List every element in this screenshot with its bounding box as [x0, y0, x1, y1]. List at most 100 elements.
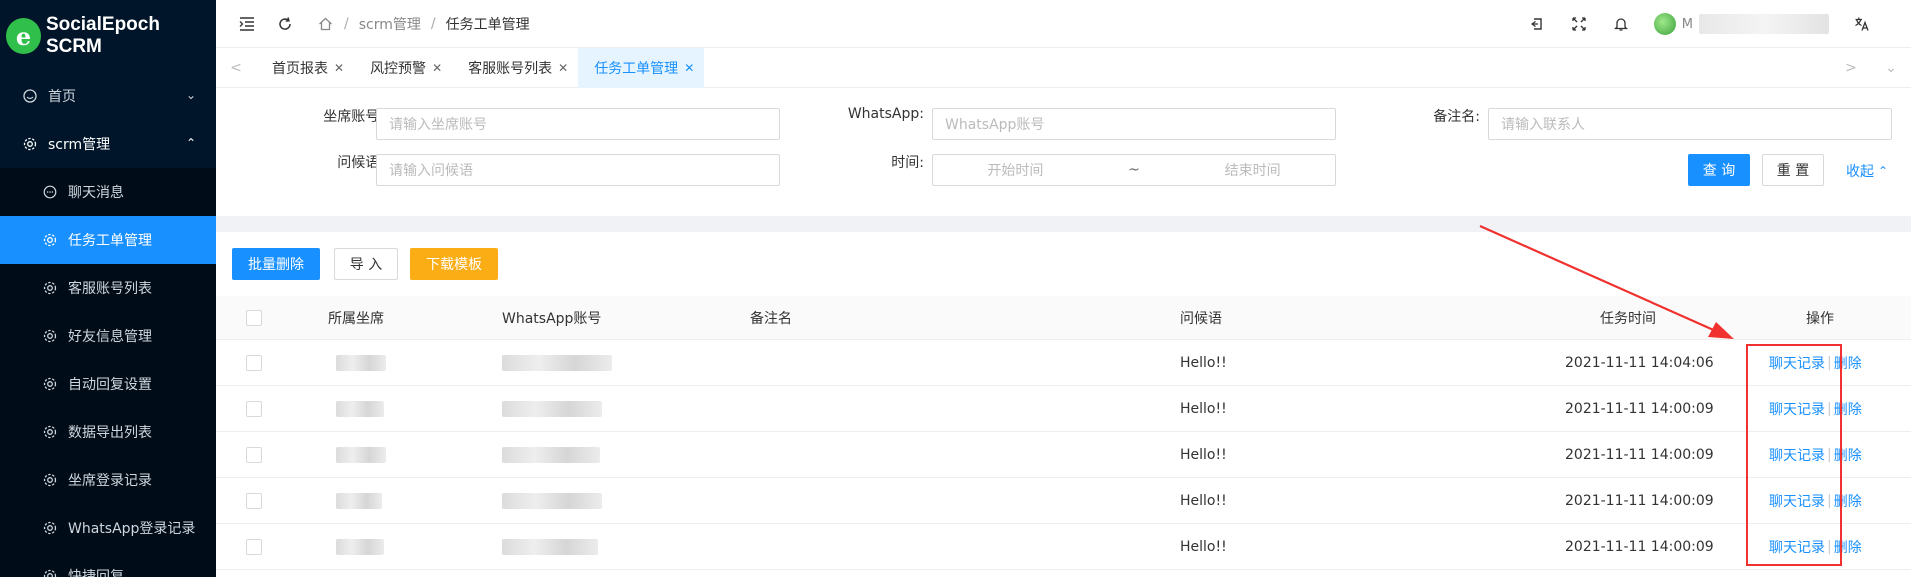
tab-task-tickets[interactable]: 任务工单管理 ✕	[578, 47, 705, 88]
row-checkbox[interactable]	[246, 386, 262, 431]
user-initial: M	[1681, 16, 1693, 32]
remark-name-input[interactable]: 请输入联系人	[1488, 108, 1892, 140]
sidebar-item-label: 自动回复设置	[68, 377, 152, 393]
close-icon[interactable]: ✕	[432, 61, 442, 75]
column-remark: 备注名	[750, 310, 792, 327]
time-start-input[interactable]: 开始时间	[987, 160, 1043, 180]
whatsapp-account-input[interactable]: WhatsApp账号	[932, 108, 1336, 140]
tab-service-accounts[interactable]: 客服账号列表 ✕	[452, 48, 578, 88]
sidebar-submenu: 聊天消息 任务工单管理 客服账号列表 好友信息管理 自动回复设置 数据导出列表 …	[0, 168, 216, 577]
greeting-value: Hello!!	[1180, 538, 1227, 555]
close-icon[interactable]: ✕	[684, 61, 694, 75]
sidebar-item-data-export[interactable]: 数据导出列表	[0, 408, 216, 456]
collapse-label: 收起	[1846, 164, 1874, 180]
sidebar-item-label: 任务工单管理	[68, 233, 152, 249]
whatsapp-value-blurred	[502, 340, 612, 385]
translate-icon[interactable]	[1853, 15, 1871, 33]
seat-value-blurred	[336, 478, 382, 523]
seat-value-blurred	[336, 432, 386, 477]
download-template-button[interactable]: 下载模板	[410, 248, 498, 280]
row-checkbox[interactable]	[246, 524, 262, 569]
task-time-value: 2021-11-11 14:00:09	[1565, 400, 1714, 417]
seat-value-blurred	[336, 524, 384, 569]
sidebar-item-label: WhatsApp登录记录	[68, 521, 196, 537]
chevron-up-icon: ⌃	[1878, 164, 1889, 178]
header-actions: M	[1528, 0, 1871, 48]
tabs-scroll-right-icon[interactable]: >	[1831, 60, 1871, 76]
sidebar-item-friend-info[interactable]: 好友信息管理	[0, 312, 216, 360]
task-time-value: 2021-11-11 14:00:09	[1565, 492, 1714, 509]
table-row: Hello!! 2021-11-11 14:00:09 聊天记录 | 删除	[216, 478, 1911, 524]
whatsapp-value-blurred	[502, 524, 598, 569]
search-form: 坐席账号: 请输入坐席账号 WhatsApp: WhatsApp账号 备注名: …	[216, 88, 1911, 216]
tab-label: 风控预警	[370, 60, 427, 77]
sidebar-item-label: 坐席登录记录	[68, 473, 152, 489]
user-menu[interactable]: M	[1653, 13, 1829, 35]
sidebar-item-auto-reply[interactable]: 自动回复设置	[0, 360, 216, 408]
greeting-input[interactable]: 请输入问候语	[376, 154, 780, 186]
breadcrumb-scrm[interactable]: scrm管理	[359, 14, 421, 34]
logo-icon: e	[6, 18, 41, 54]
top-header: / scrm管理 / 任务工单管理 M	[216, 0, 1911, 48]
sidebar-item-seat-login-log[interactable]: 坐席登录记录	[0, 456, 216, 504]
sidebar-item-chat-messages[interactable]: 聊天消息	[0, 168, 216, 216]
import-button[interactable]: 导 入	[334, 248, 398, 280]
tabs-dropdown-icon[interactable]: ⌄	[1871, 60, 1911, 76]
sidebar-item-service-accounts[interactable]: 客服账号列表	[0, 264, 216, 312]
seat-value-blurred	[336, 340, 386, 385]
gear-icon	[42, 376, 58, 392]
column-task-time: 任务时间	[1600, 310, 1656, 327]
breadcrumb: / scrm管理 / 任务工单管理	[316, 14, 530, 34]
bell-icon[interactable]	[1612, 15, 1630, 33]
menu-fold-icon[interactable]	[238, 15, 256, 33]
sidebar-item-label: 客服账号列表	[68, 281, 152, 297]
task-time-value: 2021-11-11 14:04:06	[1565, 354, 1714, 371]
sidebar-item-task-tickets[interactable]: 任务工单管理	[0, 216, 216, 264]
batch-delete-button[interactable]: 批量删除	[232, 248, 320, 280]
sidebar-item-home[interactable]: 首页 ⌄	[0, 72, 216, 120]
breadcrumb-current: 任务工单管理	[445, 16, 530, 33]
close-icon[interactable]: ✕	[558, 61, 568, 75]
tab-label: 客服账号列表	[468, 60, 553, 77]
row-checkbox[interactable]	[246, 340, 262, 385]
table-row: Hello!! 2021-11-11 14:04:06 聊天记录 | 删除	[216, 340, 1911, 386]
greeting-value: Hello!!	[1180, 446, 1227, 463]
tabs-scroll-left-icon[interactable]: <	[216, 60, 256, 76]
whatsapp-value-blurred	[502, 386, 602, 431]
chat-bubble-icon	[42, 184, 58, 200]
query-button[interactable]: 查 询	[1688, 154, 1750, 186]
table-row: Hello!! 2021-11-11 14:00:09 聊天记录 | 删除	[216, 386, 1911, 432]
home-icon[interactable]	[316, 15, 334, 33]
sidebar-item-label: 聊天消息	[68, 185, 124, 201]
whatsapp-value-blurred	[502, 432, 600, 477]
reset-button[interactable]: 重 置	[1762, 154, 1824, 186]
seat-account-input[interactable]: 请输入坐席账号	[376, 108, 780, 140]
tab-label: 任务工单管理	[594, 60, 679, 77]
tab-risk-warning[interactable]: 风控预警 ✕	[354, 48, 452, 88]
annotation-highlight-box	[1746, 344, 1842, 566]
gear-icon	[42, 520, 58, 536]
table-row: Hello!! 2021-11-11 14:00:09 聊天记录 | 删除	[216, 432, 1911, 478]
close-icon[interactable]: ✕	[334, 61, 344, 75]
row-checkbox[interactable]	[246, 478, 262, 523]
column-greeting: 问候语	[1180, 310, 1222, 327]
collapse-toggle[interactable]: 收起 ⌃	[1846, 161, 1888, 181]
tab-label: 首页报表	[272, 60, 328, 77]
time-range-picker[interactable]: 开始时间 ~ 结束时间	[932, 154, 1336, 186]
logout-icon[interactable]	[1528, 15, 1546, 33]
tab-home-report[interactable]: 首页报表 ✕	[256, 48, 354, 88]
column-actions: 操作	[1806, 310, 1834, 327]
fullscreen-icon[interactable]	[1570, 15, 1588, 33]
sidebar-item-scrm[interactable]: scrm管理 ⌃	[0, 120, 216, 168]
tab-bar: < 首页报表 ✕ 风控预警 ✕ 客服账号列表 ✕ 任务工单管理 ✕ > ⌄	[216, 47, 1911, 88]
dashboard-icon	[22, 88, 38, 104]
row-checkbox[interactable]	[246, 432, 262, 477]
select-all-checkbox[interactable]	[246, 296, 262, 339]
sidebar-item-quick-reply[interactable]: 快捷回复	[0, 552, 216, 577]
sidebar-item-whatsapp-login-log[interactable]: WhatsApp登录记录	[0, 504, 216, 552]
refresh-icon[interactable]	[276, 15, 294, 33]
time-end-input[interactable]: 结束时间	[1225, 160, 1281, 180]
remark-label: 备注名:	[1433, 109, 1480, 125]
section-divider	[216, 216, 1911, 232]
time-label: 时间:	[891, 155, 924, 171]
